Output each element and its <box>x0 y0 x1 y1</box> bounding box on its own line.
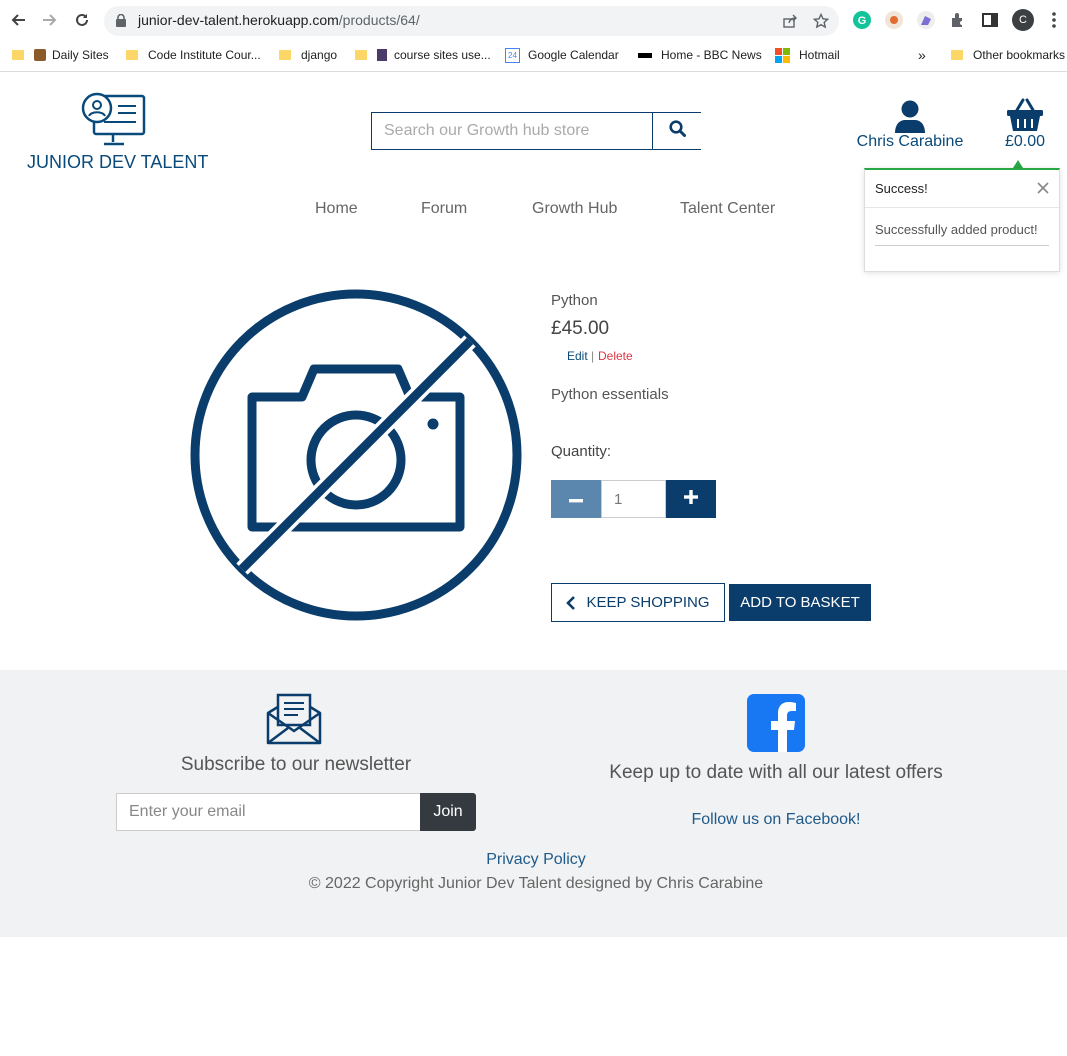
folder-icon <box>279 50 291 60</box>
add-to-basket-button[interactable]: ADD TO BASKET <box>729 584 871 621</box>
product-description: Python essentials <box>551 386 669 403</box>
basket-icon[interactable] <box>1006 98 1044 137</box>
back-icon[interactable] <box>6 8 30 32</box>
bookmark-course-sites[interactable]: course sites use... <box>355 45 491 65</box>
join-button[interactable]: Join <box>420 793 476 831</box>
product-name: Python <box>551 292 598 309</box>
link-separator: | <box>591 349 595 363</box>
account-name[interactable]: Chris Carabine <box>850 133 970 151</box>
microsoft-icon <box>775 47 790 63</box>
offers-text: Keep up to date with all our latest offe… <box>609 762 943 783</box>
bookmark-google-calendar[interactable]: 24 Google Calendar <box>505 45 619 65</box>
bookmark-favicon <box>34 49 46 61</box>
side-panel-icon[interactable] <box>981 11 999 29</box>
bookmark-code-institute[interactable]: Code Institute Cour... <box>126 45 261 65</box>
puzzle-icon[interactable] <box>949 11 967 29</box>
decrement-button[interactable] <box>551 480 601 518</box>
url-text: junior-dev-talent.herokuapp.com/products… <box>138 12 420 28</box>
profile-avatar[interactable]: C <box>1012 9 1034 31</box>
overflow-label: » <box>918 47 926 63</box>
folder-icon <box>12 50 24 60</box>
chevron-left-icon <box>566 595 576 610</box>
reload-icon[interactable] <box>70 8 94 32</box>
privacy-policy-link[interactable]: Privacy Policy <box>0 851 1067 869</box>
toast-arrow <box>1013 160 1023 168</box>
menu-icon[interactable] <box>1042 8 1066 32</box>
grammarly-icon[interactable]: G <box>853 11 871 29</box>
folder-icon <box>126 50 138 60</box>
folder-icon <box>951 50 963 60</box>
delete-product-link[interactable]: Delete <box>598 349 633 363</box>
quantity-input[interactable] <box>601 480 666 518</box>
product-price: £45.00 <box>551 318 610 339</box>
newsletter-title: Subscribe to our newsletter <box>180 754 412 775</box>
bookmark-label: Code Institute Cour... <box>148 48 261 62</box>
extension-icon[interactable] <box>885 11 903 29</box>
forward-icon[interactable] <box>38 8 62 32</box>
calendar-icon: 24 <box>505 47 520 63</box>
star-icon[interactable] <box>811 11 831 31</box>
folder-icon <box>355 50 367 60</box>
nav-home[interactable]: Home <box>315 200 358 218</box>
bookmark-label: course sites use... <box>394 48 491 62</box>
bookmark-label: Google Calendar <box>528 48 619 62</box>
nav-growth-hub[interactable]: Growth Hub <box>532 200 617 218</box>
search-input[interactable] <box>372 113 652 149</box>
keep-shopping-button[interactable]: KEEP SHOPPING <box>551 583 725 622</box>
svg-text:G: G <box>858 15 867 27</box>
search-form <box>371 112 701 150</box>
site-logo-icon[interactable] <box>80 92 146 155</box>
bookmark-label: django <box>301 48 338 62</box>
book-icon <box>377 49 387 61</box>
bookmark-other[interactable]: Other bookmarks <box>951 45 1065 65</box>
browser-toolbar: junior-dev-talent.herokuapp.com/products… <box>0 0 1067 42</box>
success-toast: Success! Successfully added product! <box>864 168 1060 272</box>
bookmarks-bar: Daily Sites Code Institute Cour... djang… <box>0 42 1067 72</box>
basket-total[interactable]: £0.00 <box>990 133 1060 151</box>
lock-icon <box>116 13 126 32</box>
bookmark-bbc-news[interactable]: Home - BBC News <box>638 45 762 65</box>
quantity-label: Quantity: <box>551 443 612 460</box>
search-icon <box>668 120 686 142</box>
edit-product-link[interactable]: Edit <box>567 349 588 363</box>
bookmark-hotmail[interactable]: Hotmail <box>775 45 840 65</box>
toast-title: Success! <box>875 181 928 196</box>
close-icon[interactable] <box>1037 178 1049 199</box>
facebook-icon[interactable] <box>747 694 805 757</box>
add-to-basket-label: ADD TO BASKET <box>740 594 860 611</box>
email-field[interactable] <box>116 793 421 831</box>
facebook-link[interactable]: Follow us on Facebook! <box>580 811 972 829</box>
increment-button[interactable] <box>666 480 716 518</box>
minus-icon <box>569 490 583 508</box>
bookmark-django[interactable]: django <box>279 45 337 65</box>
site-brand-name[interactable]: JUNIOR DEV TALENT <box>27 152 208 173</box>
address-bar[interactable]: junior-dev-talent.herokuapp.com/products… <box>104 6 839 36</box>
toast-message: Successfully added product! <box>875 222 1038 237</box>
search-button[interactable] <box>652 113 701 149</box>
copyright-text: © 2022 Copyright Junior Dev Talent desig… <box>308 875 764 892</box>
nav-forum[interactable]: Forum <box>421 200 467 218</box>
bookmarks-overflow[interactable]: » <box>918 45 926 65</box>
keep-shopping-label: KEEP SHOPPING <box>586 594 710 611</box>
bookmark-daily-sites[interactable]: Daily Sites <box>12 45 109 65</box>
nav-talent-center[interactable]: Talent Center <box>680 200 775 218</box>
share-icon[interactable] <box>780 11 800 31</box>
plus-icon <box>684 489 698 509</box>
toast-rule <box>875 245 1049 246</box>
bookmark-label: Home - BBC News <box>661 48 762 62</box>
envelope-letter-icon <box>266 693 322 750</box>
toast-divider <box>865 207 1059 208</box>
bookmark-label: Daily Sites <box>52 48 109 62</box>
bbc-icon <box>638 52 652 58</box>
bookmark-label: Hotmail <box>799 48 840 62</box>
no-image-camera-icon <box>190 289 522 626</box>
bookmark-label: Other bookmarks <box>973 48 1066 62</box>
unicorn-extension-icon[interactable] <box>917 11 935 29</box>
